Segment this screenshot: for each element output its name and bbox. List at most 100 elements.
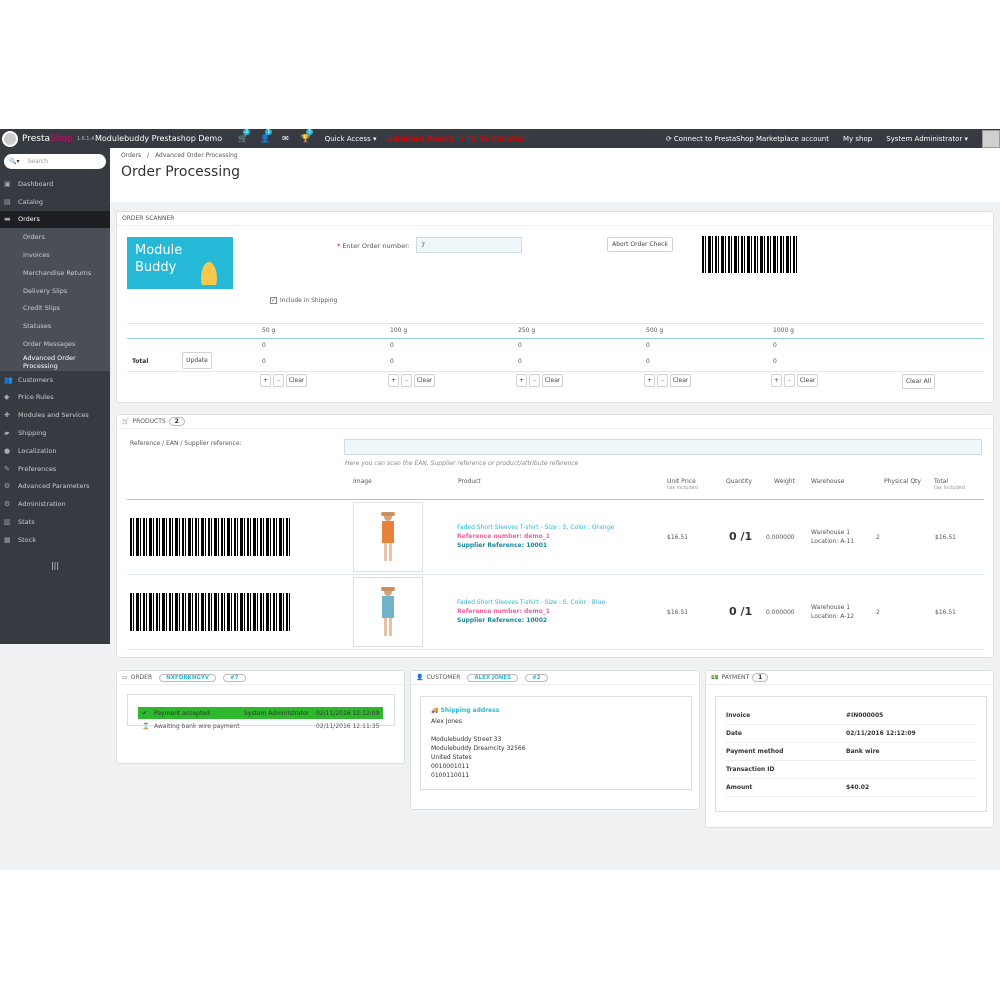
panel-heading: 🛒 PRODUCTS 2 xyxy=(117,415,993,429)
product-name-link[interactable]: Faded Short Sleeves T-shirt - Size : S, … xyxy=(457,524,614,531)
products-panel: 🛒 PRODUCTS 2 Reference / EAN / Supplier r… xyxy=(116,414,994,658)
minus-button[interactable]: - xyxy=(784,374,795,387)
user-icon: 👤 xyxy=(416,674,424,681)
marketplace-link[interactable]: ⟳ Connect to PrestaShop Marketplace acco… xyxy=(666,135,829,143)
sidebar-item-stock[interactable]: ▦ Stock xyxy=(0,531,110,549)
product-reference: Reference number: demo_1 xyxy=(457,608,550,615)
page-title: Order Processing xyxy=(121,164,240,180)
status-row-awaiting-payment: ⌛ Awaiting bank wire payment 02/11/2016 … xyxy=(138,720,383,732)
include-in-shipping-label: Include in Shipping xyxy=(280,297,338,304)
plus-button[interactable]: + xyxy=(771,374,782,387)
order-number-input[interactable]: 7 xyxy=(416,237,522,253)
localization-icon: ● xyxy=(4,446,11,455)
product-image[interactable] xyxy=(353,577,423,647)
sidebar-item-dashboard[interactable]: ▣ Dashboard xyxy=(0,175,110,193)
money-icon: 💵 xyxy=(711,674,719,681)
col-image: Image xyxy=(353,478,372,485)
sidebar-item-localization[interactable]: ● Localization xyxy=(0,442,110,460)
sidebar-subitem[interactable]: Credit Slips xyxy=(0,299,110,318)
administration-icon: ⚙ xyxy=(4,500,11,509)
product-image[interactable] xyxy=(353,502,423,572)
stats-icon: ▥ xyxy=(4,518,11,527)
clear-all-button[interactable]: Clear All xyxy=(902,374,935,389)
sidebar-item-label: Price Rules xyxy=(18,393,54,402)
warehouse-location: Location: A-12 xyxy=(811,613,855,620)
sidebar-item-shipping[interactable]: ▰ Shipping xyxy=(0,424,110,442)
modules-icon: ✚ xyxy=(4,411,10,420)
plus-button[interactable]: + xyxy=(516,374,527,387)
clear-button[interactable]: Clear xyxy=(670,374,691,387)
sidebar-item-price-rules[interactable]: ◆ Price Rules xyxy=(0,389,110,407)
shop-name[interactable]: Modulebuddy Prestashop Demo xyxy=(95,134,222,143)
breadcrumb-orders[interactable]: Orders xyxy=(121,152,141,159)
clear-button[interactable]: Clear xyxy=(414,374,435,387)
clear-button[interactable]: Clear xyxy=(286,374,307,387)
collapse-sidebar-icon[interactable]: ||| xyxy=(0,561,110,570)
order-id-badge: #7 xyxy=(223,673,246,682)
row-total: $16.51 xyxy=(935,609,956,616)
weight-count: 0 xyxy=(262,342,266,349)
minus-button[interactable]: - xyxy=(273,374,284,387)
customers-icon: 👥 xyxy=(4,375,13,384)
envelope-icon[interactable]: ✉ xyxy=(282,134,289,143)
cart-icon[interactable]: 🛒 2 xyxy=(238,129,251,143)
sidebar-subitem[interactable]: Invoices xyxy=(0,246,110,264)
sidebar-item-administration[interactable]: ⚙ Administration xyxy=(0,495,110,513)
include-in-shipping-checkbox[interactable]: ✓ Include in Shipping xyxy=(270,297,337,304)
sidebar-item-stats[interactable]: ▥ Stats xyxy=(0,513,110,531)
customer-panel: 👤 CUSTOMER ALEX JONES #2 🚚 Shipping address… xyxy=(410,670,700,810)
sidebar-subitem[interactable]: Orders xyxy=(0,228,110,247)
sidebar-subitem[interactable]: Statuses xyxy=(0,317,110,336)
reference-input[interactable] xyxy=(344,439,982,455)
trophy-icon[interactable]: 🏆 3 xyxy=(301,129,313,143)
sidebar-item-catalog[interactable]: ▤ Catalog xyxy=(0,193,110,211)
minus-button[interactable]: - xyxy=(529,374,540,387)
brand-text-b: Shop xyxy=(50,133,73,144)
order-number-label: * Enter Order number: xyxy=(337,242,410,250)
breadcrumb-current[interactable]: Advanced Order Processing xyxy=(155,152,238,159)
stock-icon: ▦ xyxy=(4,535,11,544)
minus-button[interactable]: - xyxy=(401,374,412,387)
sidebar-item-orders[interactable]: ▬ Orders xyxy=(0,210,110,229)
clear-button[interactable]: Clear xyxy=(797,374,818,387)
sidebar-item-advanced[interactable]: ⚙ Advanced Parameters xyxy=(0,478,110,496)
sidebar-item-customers[interactable]: 👥 Customers xyxy=(0,371,110,389)
sidebar-subitem[interactable]: Delivery Slips xyxy=(0,281,110,300)
module-buddy-logo: Module Buddy xyxy=(127,237,233,289)
quick-access-menu[interactable]: Quick Access ▾ xyxy=(325,135,377,143)
divider xyxy=(127,649,984,650)
sidebar-item-label: Catalog xyxy=(18,197,43,206)
breadcrumb-separator: / xyxy=(147,152,150,159)
update-button[interactable]: Update xyxy=(182,352,212,369)
admin-menu[interactable]: System Administrator ▾ xyxy=(886,135,968,143)
plus-button[interactable]: + xyxy=(260,374,271,387)
plus-button[interactable]: + xyxy=(388,374,399,387)
order-number-label-text: Enter Order number: xyxy=(342,242,410,250)
payment-row: Payment method Bank wire xyxy=(726,743,976,761)
col-unit-price: Unit Price tax included xyxy=(667,478,698,491)
sidebar-subitem[interactable]: Merchandise Returns xyxy=(0,263,110,282)
sidebar-item-preferences[interactable]: ✎ Preferences xyxy=(0,460,110,478)
order-title: ORDER xyxy=(130,674,153,681)
search-box[interactable]: 🔍▾ Search xyxy=(4,154,106,169)
plus-button[interactable]: + xyxy=(644,374,655,387)
search-input[interactable]: Search xyxy=(27,158,48,165)
minus-button[interactable]: - xyxy=(657,374,668,387)
prestashop-logo[interactable]: PrestaShop 1.6.1.4 xyxy=(0,130,95,147)
abort-order-check-button[interactable]: Abort Order Check xyxy=(607,237,673,252)
sidebar-subitem[interactable]: Advanced Order Processing xyxy=(0,352,110,371)
sidebar-item-modules[interactable]: ✚ Modules and Services xyxy=(0,406,110,424)
payment-row: Invoice #IN000005 xyxy=(726,707,976,725)
avatar[interactable] xyxy=(982,129,1000,148)
my-shop-link[interactable]: My shop xyxy=(843,135,872,143)
col-physical-qty: Physical Qty xyxy=(884,478,921,485)
weight-total: 0 xyxy=(646,358,650,365)
customer-name-badge[interactable]: ALEX JONES xyxy=(467,673,519,682)
user-icon[interactable]: 👤 1 xyxy=(260,129,273,143)
sidebar-subitem[interactable]: Order Messages xyxy=(0,335,110,353)
model-figure-icon xyxy=(380,512,396,565)
clear-button[interactable]: Clear xyxy=(542,374,563,387)
panel-heading: 👤 CUSTOMER ALEX JONES #2 xyxy=(411,671,699,685)
product-name-link[interactable]: Faded Short Sleeves T-shirt - Size : S, … xyxy=(457,599,605,606)
shipping-address-title: Shipping address xyxy=(440,707,500,714)
